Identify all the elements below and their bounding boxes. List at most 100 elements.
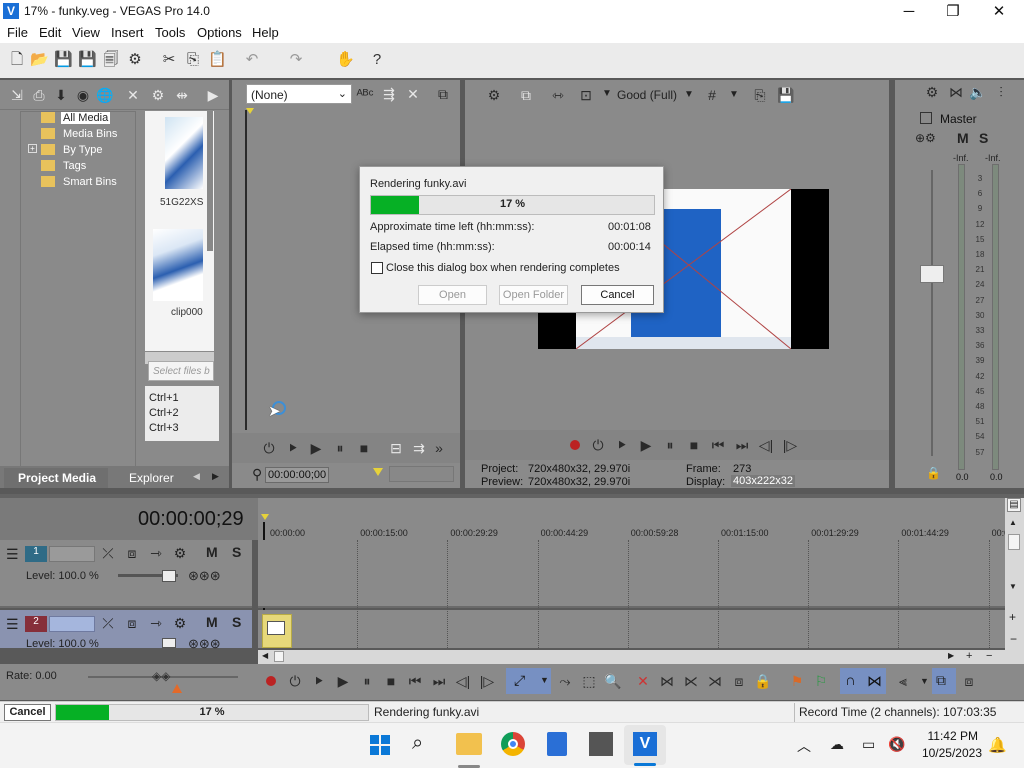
- snapping-magnet-icon[interactable]: ∩: [845, 672, 856, 689]
- zoom-out-h-icon[interactable]: −: [986, 650, 992, 662]
- trimmer-scroll[interactable]: [389, 466, 454, 482]
- whats-this-help-icon[interactable]: ?: [368, 51, 386, 69]
- chevron-down-icon[interactable]: ▼: [920, 676, 929, 686]
- track-solo-button[interactable]: S: [232, 544, 241, 560]
- menu-insert[interactable]: Insert: [111, 25, 144, 40]
- record-icon[interactable]: [570, 440, 580, 450]
- trim-end-icon[interactable]: ⋊: [706, 672, 724, 690]
- go-to-start-icon[interactable]: ⏮: [709, 436, 727, 454]
- loop-icon[interactable]: ⏻: [589, 436, 607, 454]
- track-motion-icon[interactable]: ⤫: [100, 615, 116, 632]
- close-window-button[interactable]: ✕: [976, 1, 1022, 23]
- web-icon[interactable]: ◉: [74, 86, 92, 104]
- clock-date[interactable]: 10/25/2023: [912, 746, 982, 760]
- cut-icon[interactable]: ✂: [160, 51, 178, 69]
- go-to-end-icon[interactable]: ⏭: [430, 672, 448, 690]
- tab-scroll-right-icon[interactable]: ▶: [212, 471, 219, 482]
- redo-icon[interactable]: ↷: [287, 51, 305, 69]
- zoom-in-icon[interactable]: +: [1009, 610, 1016, 624]
- menu-tools[interactable]: Tools: [155, 25, 185, 40]
- vertical-scrollbar[interactable]: ▤ ▲ ▼ + −: [1005, 498, 1024, 666]
- loop-icon[interactable]: ⏻: [260, 439, 278, 457]
- tree-item-all-media[interactable]: All Media: [61, 112, 111, 124]
- media-fx-icon[interactable]: ⚙: [149, 86, 167, 104]
- track-name-input[interactable]: [49, 616, 95, 632]
- trim-start-icon[interactable]: ⋉: [682, 672, 700, 690]
- start-button[interactable]: [369, 734, 391, 756]
- import-media-icon[interactable]: ⇲: [8, 86, 26, 104]
- play-from-start-icon[interactable]: ⯈: [284, 439, 302, 457]
- compositing-mode-icon[interactable]: ⊛⊛⊛: [188, 568, 221, 584]
- compositing-mode-icon[interactable]: ⊛⊛⊛: [188, 636, 221, 652]
- vegas-taskbar-button[interactable]: V: [624, 725, 666, 766]
- preview-quality-dropdown[interactable]: Good (Full): [617, 88, 677, 102]
- save-as-icon[interactable]: 💾: [78, 51, 97, 69]
- notepad-icon[interactable]: [547, 732, 567, 756]
- track-compositing-icon[interactable]: ⇾: [148, 615, 164, 632]
- fast-forward-icon[interactable]: »: [430, 439, 448, 457]
- thumbnail-image[interactable]: [153, 229, 203, 301]
- track-name-input[interactable]: [49, 546, 95, 562]
- overlay-icon[interactable]: ⊡: [577, 86, 595, 104]
- lock-event-icon[interactable]: 🔒: [754, 672, 772, 690]
- master-fx-icon[interactable]: ⋈: [947, 83, 965, 101]
- lock-envelopes-icon[interactable]: ⧉: [936, 672, 946, 689]
- tree-item-by-type[interactable]: By Type: [63, 144, 103, 156]
- trimmer-dropdown[interactable]: (None) ⌄: [246, 84, 352, 104]
- sync-icon[interactable]: ⇹: [173, 86, 191, 104]
- lock-icon[interactable]: 🔒: [926, 466, 941, 480]
- horizontal-scrollbar[interactable]: ◀ ▶ + −: [258, 650, 1005, 664]
- zoom-in-h-icon[interactable]: +: [966, 650, 972, 662]
- track-solo-button[interactable]: S: [232, 614, 241, 630]
- chrome-icon[interactable]: [501, 732, 525, 756]
- shortcut-item[interactable]: Ctrl+1: [149, 392, 179, 404]
- loop-icon[interactable]: ⏻: [286, 672, 304, 690]
- menu-file[interactable]: File: [7, 25, 28, 40]
- search-input[interactable]: Select files b: [148, 361, 214, 381]
- record-icon[interactable]: [266, 676, 276, 686]
- clear-icon[interactable]: ✕: [404, 85, 422, 103]
- maximize-button[interactable]: ❐: [930, 1, 976, 23]
- selection-tool-icon[interactable]: ⬚: [580, 672, 598, 690]
- chevron-down-icon[interactable]: ▼: [602, 88, 612, 99]
- track-compositing-icon[interactable]: ⇾: [148, 545, 164, 562]
- track-fx-icon[interactable]: ⧈: [124, 545, 140, 562]
- stop-icon[interactable]: ■: [685, 436, 703, 454]
- trim-icon[interactable]: ⋈: [658, 672, 676, 690]
- search-icon[interactable]: ⌕: [412, 732, 423, 755]
- pause-icon[interactable]: ⏸: [358, 672, 376, 690]
- normal-edit-tool[interactable]: ⤢ ▼: [506, 668, 551, 694]
- copy-snapshot-icon[interactable]: ⎘: [751, 86, 769, 104]
- track-gear-icon[interactable]: ⚙: [172, 615, 188, 632]
- grid-icon[interactable]: #: [703, 86, 721, 104]
- auto-crossfade-icon[interactable]: ⋈: [867, 672, 882, 690]
- insert-icon[interactable]: ⇉: [410, 439, 428, 457]
- hscroll-thumb[interactable]: [274, 651, 284, 662]
- go-to-start-icon[interactable]: ⏮: [406, 672, 424, 690]
- track-gear-icon[interactable]: ⚙: [172, 545, 188, 562]
- master-fader-handle[interactable]: [920, 265, 944, 283]
- go-to-end-icon[interactable]: ⏭: [733, 436, 751, 454]
- zoom-out-icon[interactable]: −: [1010, 632, 1017, 646]
- ripple-edit-icon[interactable]: ⫷: [894, 672, 912, 690]
- copy-icon[interactable]: ⎘: [184, 51, 202, 69]
- level-slider-thumb[interactable]: [162, 638, 176, 648]
- stop-icon[interactable]: ■: [355, 439, 373, 457]
- render-as-icon[interactable]: 🗐: [102, 51, 120, 69]
- menu-edit[interactable]: Edit: [39, 25, 61, 40]
- timeline-timecode[interactable]: 00:00:00;29: [138, 508, 244, 531]
- track-motion-icon[interactable]: ⤫: [100, 545, 116, 562]
- track-fx-icon[interactable]: ⧈: [124, 615, 140, 632]
- note-icon[interactable]: ▤: [1007, 498, 1021, 512]
- split-icon[interactable]: ⧈: [730, 672, 748, 690]
- tab-explorer[interactable]: Explorer: [129, 471, 174, 485]
- add-to-timeline-icon[interactable]: ⊟: [387, 439, 405, 457]
- play-icon[interactable]: ▶: [334, 672, 352, 690]
- properties-gear-icon[interactable]: ⚙: [126, 51, 144, 69]
- trimmer-mode-icon[interactable]: ⧉: [434, 85, 452, 103]
- get-media-icon[interactable]: ⬇: [52, 86, 70, 104]
- level-slider-thumb[interactable]: [162, 570, 176, 582]
- menu-view[interactable]: View: [72, 25, 100, 40]
- undo-icon[interactable]: ↶: [243, 51, 261, 69]
- dialog-cancel-button[interactable]: Cancel: [581, 285, 654, 305]
